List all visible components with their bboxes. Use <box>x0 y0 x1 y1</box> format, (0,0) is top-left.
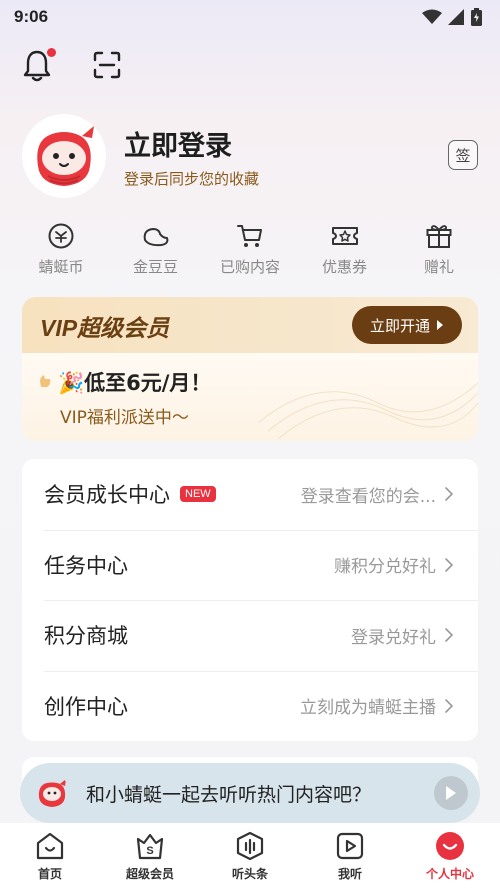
tab-label: 首页 <box>37 867 62 881</box>
quick-item-coupons[interactable]: 优惠券 <box>298 222 392 277</box>
vip-open-button[interactable]: 立即开通 <box>352 306 462 344</box>
quick-label: 赠礼 <box>423 258 454 276</box>
thumb-icon <box>40 375 51 387</box>
chevron-right-icon <box>445 557 454 572</box>
quick-entries: 蜻蜓币 金豆豆 已购内容 优惠券 赠礼 <box>14 222 486 277</box>
quick-item-coins[interactable]: 蜻蜓币 <box>14 222 108 277</box>
mini-play-button[interactable] <box>434 776 468 810</box>
home-icon <box>36 832 64 860</box>
profile-smile-icon <box>436 832 464 860</box>
vip-open-label: 立即开通 <box>369 316 430 335</box>
new-badge: NEW <box>180 486 216 503</box>
chevron-right-icon <box>445 698 454 713</box>
play-box-icon <box>336 832 364 860</box>
vip-crown-icon: S <box>136 833 164 860</box>
quick-label: 已购内容 <box>219 258 280 276</box>
gift-icon <box>426 225 452 248</box>
menu-row-points-mall[interactable]: 积分商城 登录兑好礼 <box>22 600 478 671</box>
menu-label: 会员成长中心 <box>44 483 170 508</box>
menu-value: 登录查看您的会... <box>300 486 436 507</box>
top-toolbar <box>20 48 124 82</box>
wave-decoration <box>258 382 478 440</box>
vip-card[interactable]: VIP超级会员 立即开通 🎉低至6元/月！ VIP福利派送中～ <box>22 297 478 441</box>
login-subtitle: 登录后同步您的收藏 <box>124 170 260 188</box>
chevron-right-icon <box>445 628 454 643</box>
mini-player-text: 和小蜻蜓一起去听听热门内容吧？ <box>86 783 372 806</box>
quick-item-beans[interactable]: 金豆豆 <box>109 222 203 277</box>
menu-label: 积分商城 <box>44 624 128 649</box>
status-icons <box>422 8 482 26</box>
tab-home[interactable]: 首页 <box>0 831 100 882</box>
svg-text:S: S <box>146 845 153 857</box>
play-icon <box>446 786 456 800</box>
tab-label: 我听 <box>337 867 362 881</box>
quick-label: 蜻蜓币 <box>38 258 84 276</box>
tab-bar: 首页 S 超级会员 听头条 我听 个人中心 <box>0 823 500 889</box>
chevron-right-icon <box>445 487 454 502</box>
battery-icon <box>471 8 482 26</box>
tab-headlines[interactable]: 听头条 <box>200 831 300 882</box>
mascot-icon <box>38 779 66 807</box>
coupon-icon <box>331 227 358 245</box>
mini-player-avatar <box>34 775 70 811</box>
tab-label: 超级会员 <box>125 867 174 881</box>
tab-my-listening[interactable]: 我听 <box>300 831 400 882</box>
menu-row-creator[interactable]: 创作中心 立刻成为蜻蜓主播 <box>22 670 478 742</box>
vip-header: VIP超级会员 立即开通 <box>22 297 478 353</box>
notification-dot <box>47 48 56 57</box>
signal-icon <box>448 9 464 25</box>
bean-icon <box>143 228 168 247</box>
tab-vip[interactable]: S 超级会员 <box>100 831 200 882</box>
quick-item-purchased[interactable]: 已购内容 <box>203 222 297 277</box>
mini-player[interactable]: 和小蜻蜓一起去听听热门内容吧？ <box>20 763 480 823</box>
tab-label: 听头条 <box>231 867 268 881</box>
tab-label: 个人中心 <box>425 867 474 881</box>
menu-label: 创作中心 <box>44 694 128 719</box>
scan-icon <box>93 51 121 79</box>
menu-value: 立刻成为蜻蜓主播 <box>300 698 436 719</box>
profile-section: 立即登录 登录后同步您的收藏 签 <box>22 114 482 198</box>
quick-label: 优惠券 <box>321 258 367 276</box>
tab-profile[interactable]: 个人中心 <box>400 831 500 882</box>
cart-icon <box>237 225 262 247</box>
play-triangle-icon <box>437 320 443 330</box>
menu-card: 会员成长中心 NEW 登录查看您的会... 任务中心 赚积分兑好礼 积分商城 登… <box>22 459 478 741</box>
vip-body: 🎉低至6元/月！ VIP福利派送中～ <box>22 353 478 441</box>
vip-offer: 🎉低至6元/月！ <box>58 371 212 395</box>
menu-value: 登录兑好礼 <box>351 627 436 648</box>
menu-value: 赚积分兑好礼 <box>334 557 436 578</box>
menu-label: 任务中心 <box>44 553 128 578</box>
vip-title: VIP超级会员 <box>40 315 170 341</box>
audio-wave-icon <box>236 831 264 861</box>
notification-button[interactable] <box>20 48 56 82</box>
quick-item-gifts[interactable]: 赠礼 <box>392 222 486 277</box>
wifi-icon <box>422 9 442 24</box>
scan-button[interactable] <box>90 48 124 82</box>
vip-offer-subtitle: VIP福利派送中～ <box>60 408 189 428</box>
login-title[interactable]: 立即登录 <box>124 124 232 163</box>
quick-label: 金豆豆 <box>132 258 178 276</box>
mascot-avatar-icon <box>22 114 106 198</box>
status-time: 9:06 <box>14 7 49 26</box>
checkin-button[interactable]: 签 <box>448 140 478 170</box>
avatar[interactable] <box>22 114 106 198</box>
coin-icon <box>48 223 74 249</box>
status-bar: 9:06 <box>0 0 500 34</box>
menu-row-tasks[interactable]: 任务中心 赚积分兑好礼 <box>22 529 478 601</box>
menu-row-growth[interactable]: 会员成长中心 NEW 登录查看您的会... <box>22 459 478 530</box>
